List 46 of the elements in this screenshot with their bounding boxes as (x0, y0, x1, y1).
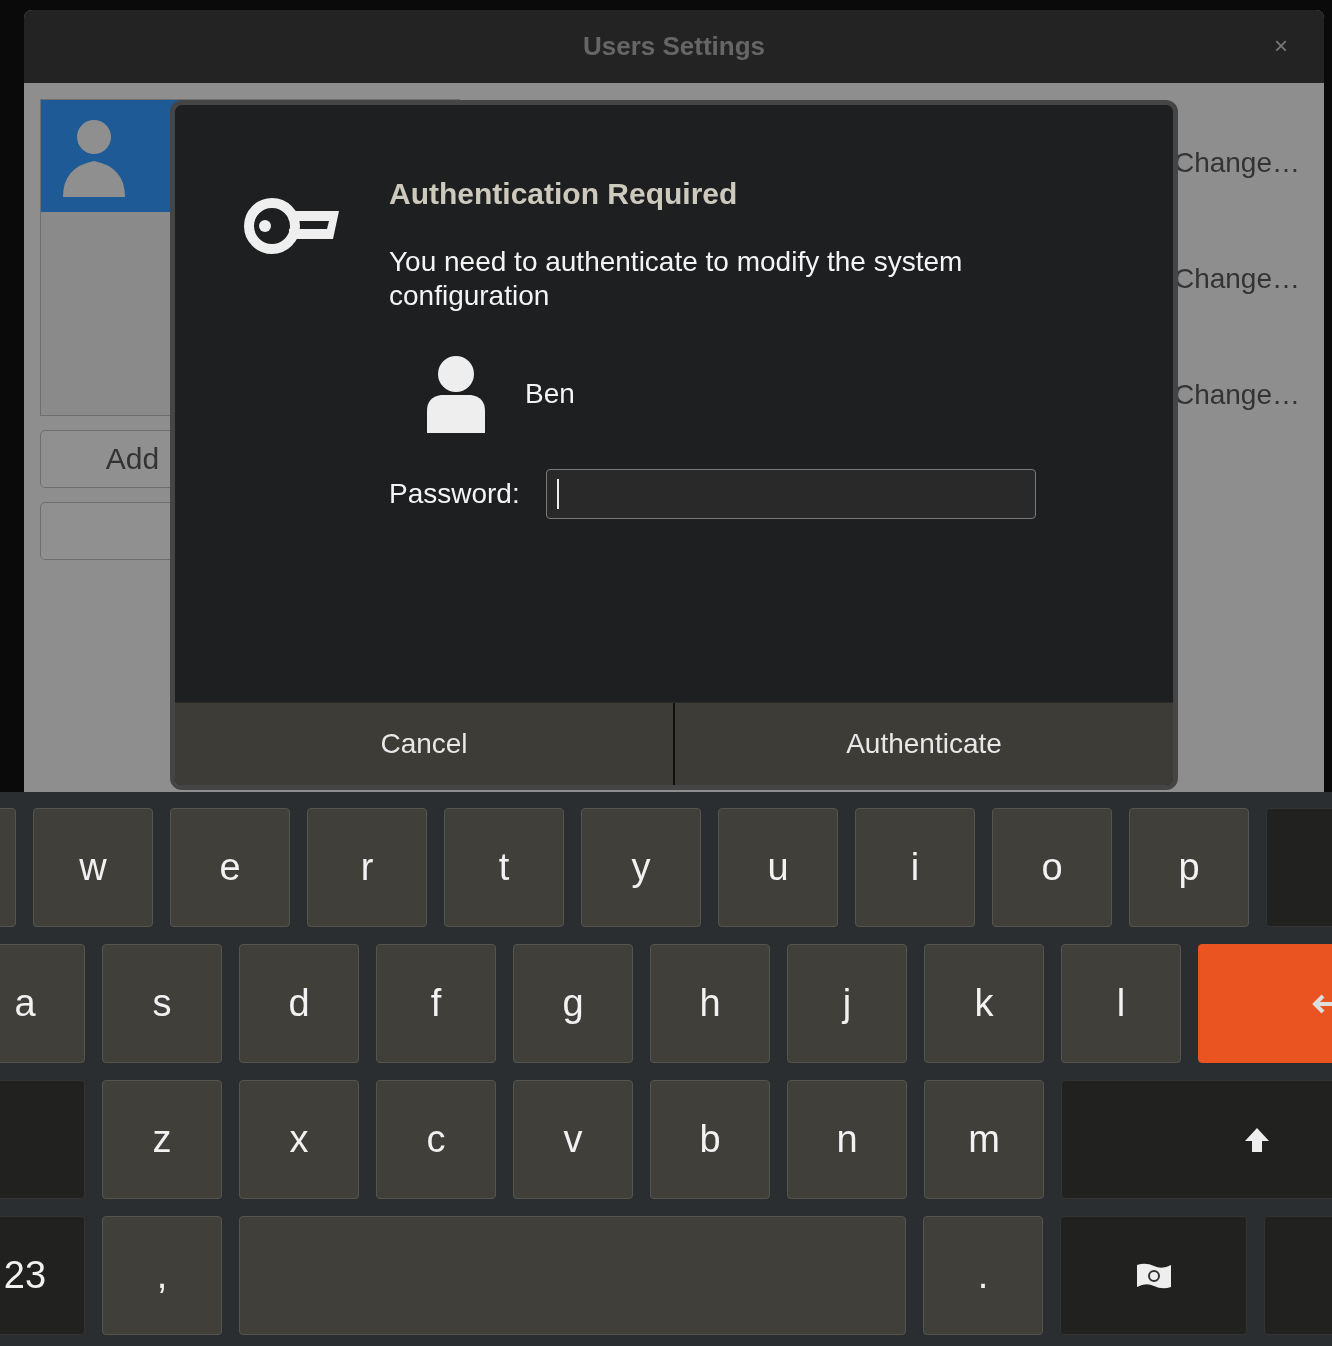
letter-key[interactable]: z (102, 1080, 222, 1199)
letter-key[interactable]: f (376, 944, 496, 1063)
letter-key[interactable]: c (376, 1080, 496, 1199)
letter-key[interactable]: n (787, 1080, 907, 1199)
letter-key[interactable]: e (170, 808, 290, 927)
letter-key[interactable]: m (924, 1080, 1044, 1199)
password-label: Password: (389, 478, 520, 510)
shift-key[interactable] (1061, 1080, 1332, 1199)
letter-key[interactable]: w (33, 808, 153, 927)
cancel-button[interactable]: Cancel (175, 703, 673, 785)
dialog-message: You need to authenticate to modify the system configuration (389, 245, 964, 313)
change-link[interactable]: Change… (1173, 147, 1300, 179)
letter-key[interactable]: j (787, 944, 907, 1063)
letter-key[interactable]: k (924, 944, 1044, 1063)
text-cursor (556, 479, 559, 509)
letter-key[interactable]: h (650, 944, 770, 1063)
letter-key[interactable]: r (307, 808, 427, 927)
key-icon (243, 197, 339, 255)
close-button[interactable]: × (1270, 32, 1292, 60)
letter-key[interactable]: v (513, 1080, 633, 1199)
window-title: Users Settings (582, 31, 766, 62)
letter-key[interactable]: d (239, 944, 359, 1063)
authenticate-button[interactable]: Authenticate (673, 703, 1173, 785)
letter-key[interactable]: s (102, 944, 222, 1063)
user-name: Ben (525, 378, 575, 410)
change-link[interactable]: Change… (1173, 263, 1300, 295)
mode-key[interactable]: 23 (0, 1216, 85, 1335)
space-key[interactable] (239, 1216, 906, 1335)
letter-key[interactable]: u (718, 808, 838, 927)
letter-key[interactable]: i (855, 808, 975, 927)
letter-key[interactable]: g (513, 944, 633, 1063)
change-link[interactable]: Change… (1173, 379, 1300, 411)
letter-key[interactable]: , (102, 1216, 222, 1335)
emoji-key[interactable] (1060, 1216, 1247, 1335)
letter-key[interactable]: x (239, 1080, 359, 1199)
letter-key[interactable]: l (1061, 944, 1181, 1063)
letter-key[interactable]: t (444, 808, 564, 927)
user-icon (425, 355, 487, 433)
letter-key[interactable]: . (923, 1216, 1043, 1335)
letter-key[interactable]: y (581, 808, 701, 927)
password-field[interactable] (545, 469, 1036, 519)
letter-key[interactable]: a (0, 944, 85, 1063)
dialog-title: Authentication Required (389, 177, 739, 211)
letter-key[interactable]: b (650, 1080, 770, 1199)
letter-key[interactable]: p (1129, 808, 1249, 927)
letter-key[interactable]: o (992, 808, 1112, 927)
